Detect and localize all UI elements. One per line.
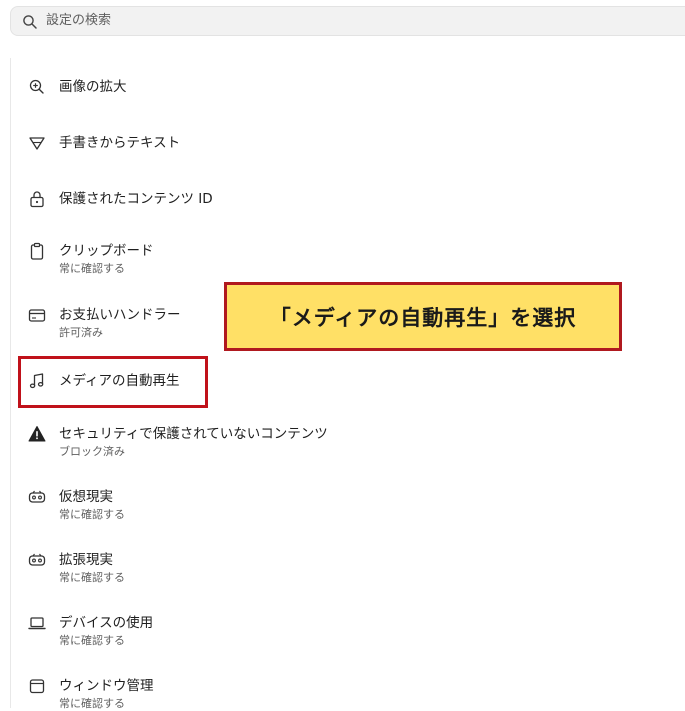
setting-item-title: デバイスの使用 <box>59 615 154 631</box>
setting-item-title: セキュリティで保護されていないコンテンツ <box>59 426 328 442</box>
setting-item-status: 常に確認する <box>59 508 125 521</box>
instruction-callout: 「メディアの自動再生」を選択 <box>224 282 622 351</box>
window-icon <box>28 677 46 695</box>
zoom-in-icon <box>28 78 46 96</box>
credit-card-icon <box>28 306 46 324</box>
search-placeholder: 設定の検索 <box>46 13 112 28</box>
ar-headset-icon <box>28 551 46 569</box>
setting-item-title: ウィンドウ管理 <box>59 678 154 694</box>
setting-item-status: 常に確認する <box>59 697 125 710</box>
setting-item-title: 拡張現実 <box>59 552 113 568</box>
setting-item-status: 常に確認する <box>59 571 125 584</box>
search-icon <box>22 14 38 30</box>
vr-headset-icon <box>28 488 46 506</box>
setting-item-status: 許可済み <box>59 326 103 339</box>
highlight-box <box>18 356 208 408</box>
setting-item-title: 手書きからテキスト <box>59 135 181 151</box>
panel-divider <box>10 58 11 708</box>
handwriting-icon <box>28 134 46 152</box>
setting-item-status: ブロック済み <box>59 445 125 458</box>
settings-search-bar[interactable]: 設定の検索 <box>10 6 685 36</box>
setting-item-title: クリップボード <box>59 243 154 259</box>
setting-item-status: 常に確認する <box>59 262 125 275</box>
laptop-icon <box>28 614 46 632</box>
instruction-callout-text: 「メディアの自動再生」を選択 <box>269 305 577 330</box>
clipboard-icon <box>28 242 46 260</box>
setting-item-status: 常に確認する <box>59 634 125 647</box>
setting-item-title: 仮想現実 <box>59 489 113 505</box>
warning-icon <box>28 425 46 443</box>
setting-item-title: お支払いハンドラー <box>59 307 181 323</box>
setting-item-title: 画像の拡大 <box>59 79 127 95</box>
setting-item-title: 保護されたコンテンツ ID <box>59 191 213 207</box>
lock-icon <box>28 190 46 208</box>
